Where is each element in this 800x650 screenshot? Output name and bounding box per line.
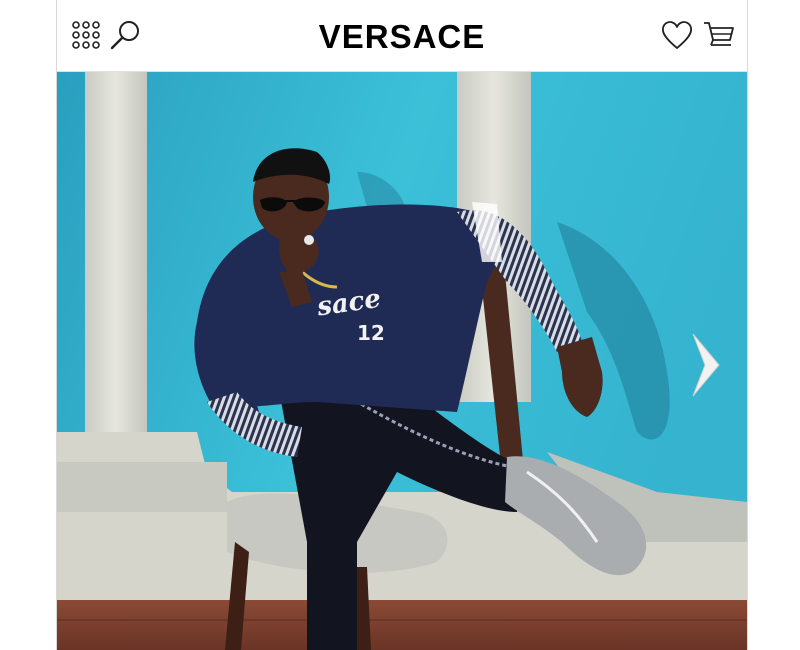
wishlist-button[interactable]: [660, 18, 694, 52]
app-frame: VERSACE sace 12: [56, 0, 748, 650]
heart-icon: [661, 21, 693, 49]
model-seated-photo: sace 12: [57, 72, 747, 650]
chevron-right-icon: [692, 333, 720, 397]
next-slide-button[interactable]: [689, 330, 725, 400]
cart-icon: [704, 22, 734, 46]
svg-text:12: 12: [357, 321, 385, 345]
hero-banner[interactable]: sace 12: [57, 72, 747, 650]
brand-logo[interactable]: VERSACE: [57, 18, 747, 56]
top-header: VERSACE: [57, 0, 747, 72]
cart-button[interactable]: [702, 18, 736, 52]
